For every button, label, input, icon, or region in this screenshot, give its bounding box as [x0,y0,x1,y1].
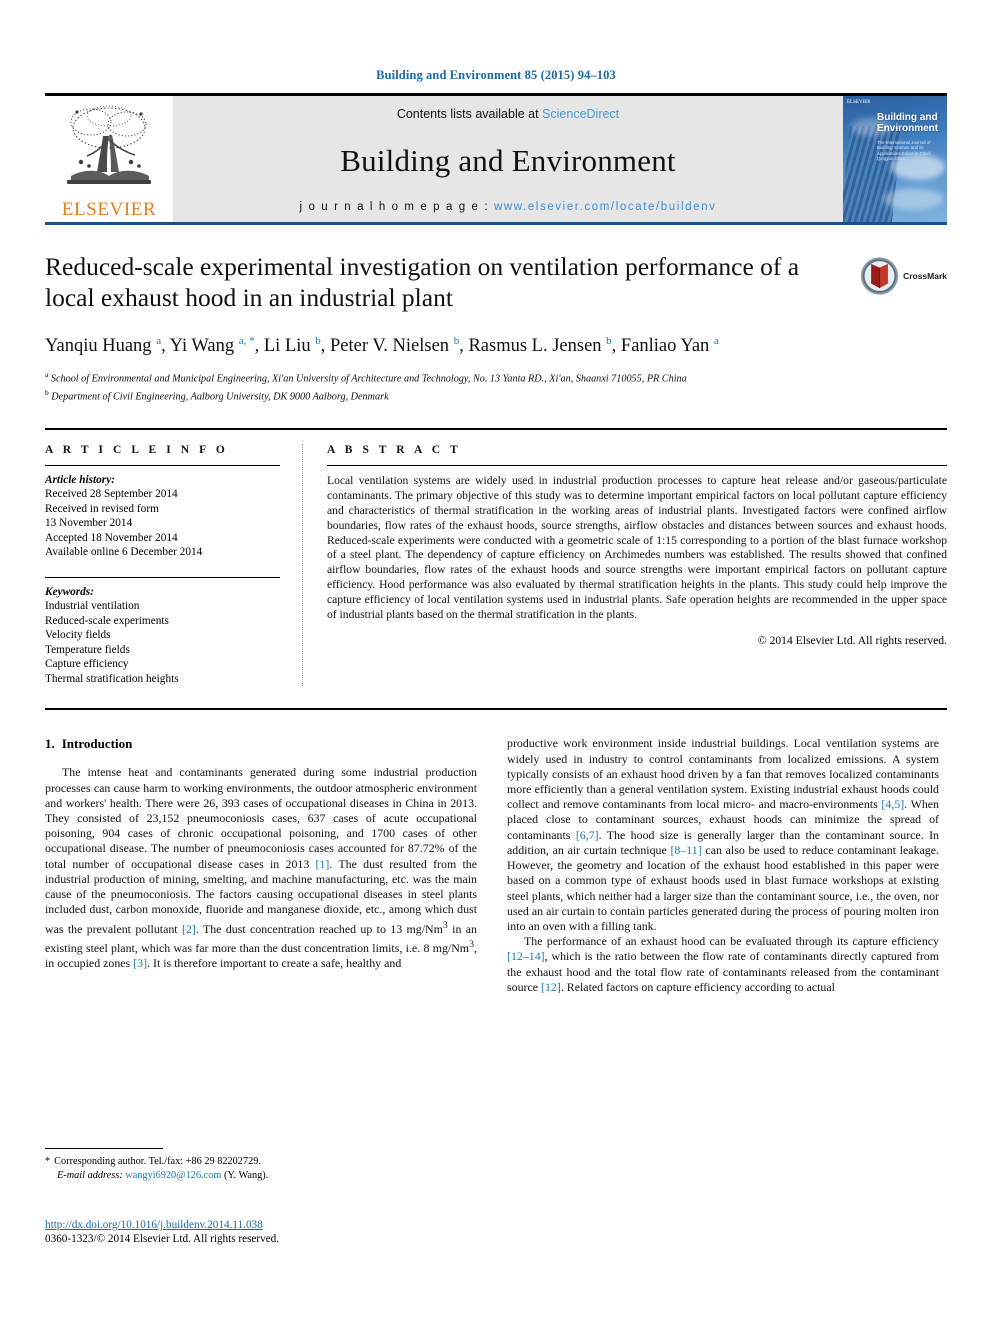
journal-homepage-link[interactable]: www.elsevier.com/locate/buildenv [494,201,717,213]
keyword-item: Capture efficiency [45,658,129,671]
article-info-column: A R T I C L E I N F O Article history: R… [45,443,303,687]
homepage-prefix: j o u r n a l h o m e p a g e : [299,201,494,213]
article-info-rule [45,464,280,466]
email-suffix: (Y. Wang). [223,1169,269,1181]
corresponding-author-note: * Corresponding author. Tel./fax: +86 29 … [45,1155,477,1182]
masthead-bottom-rule [45,222,947,225]
abstract-copyright: © 2014 Elsevier Ltd. All rights reserved… [757,634,947,647]
affiliations: a School of Environmental and Municipal … [45,368,947,404]
email-link[interactable]: wangyi6920@126.com [125,1170,221,1181]
article-history-list: Received 28 September 2014 Received in r… [45,487,280,560]
abstract-rule [327,464,947,466]
history-item: Received 28 September 2014 [45,487,178,500]
keywords-block: Keywords: Industrial ventilation Reduced… [45,576,280,687]
cover-subtitle: The International Journal of Building Sc… [877,140,932,162]
footnote-marker: * [45,1156,51,1167]
footnote-block: * Corresponding author. Tel./fax: +86 29 … [45,1148,477,1182]
affiliation-a: a School of Environmental and Municipal … [45,370,687,385]
history-item: Accepted 18 November 2014 [45,531,178,544]
contents-prefix: Contents lists available at [396,107,543,121]
corresponding-author-text: Corresponding author. Tel./fax: +86 29 8… [54,1156,261,1167]
keywords-rule [45,576,280,578]
elsevier-tree-icon [67,105,151,184]
journal-masthead: ELSEVIER Contents lists available at Sci… [45,93,947,222]
cover-cloud-3 [883,188,943,210]
doi-block: http://dx.doi.org/10.1016/j.buildenv.201… [45,1219,545,1245]
journal-homepage-line: j o u r n a l h o m e p a g e : www.else… [300,201,717,213]
crossmark-label: CrossMark [903,271,947,281]
affiliation-a-text: School of Environmental and Municipal En… [50,373,687,385]
issn-copyright-line: 0360-1323/© 2014 Elsevier Ltd. All right… [45,1233,280,1245]
cover-title: Building and Environment [877,112,939,134]
info-abstract-section: A R T I C L E I N F O Article history: R… [45,427,947,687]
body-columns: 1. Introduction The intense heat and cont… [45,736,947,994]
email-label: E-mail address: [57,1169,123,1181]
journal-title: Building and Environment [340,143,676,178]
keyword-item: Velocity fields [45,629,111,642]
keyword-item: Reduced-scale experiments [45,614,169,627]
doi-link[interactable]: http://dx.doi.org/10.1016/j.buildenv.201… [45,1219,545,1231]
title-block: Reduced-scale experimental investigation… [45,251,947,404]
section-number: 1. [45,736,55,752]
crossmark-badge[interactable]: CrossMark [859,253,947,299]
article-history-label: Article history: [45,473,115,486]
body-top-rule [45,708,947,711]
paragraph: The performance of an exhaust hood can b… [507,934,939,994]
affiliation-b: b Department of Civil Engineering, Aalbo… [45,388,389,403]
elsevier-logo: ELSEVIER [45,96,173,222]
abstract-text: Local ventilation systems are widely use… [327,473,947,622]
paragraph: productive work environment inside indus… [507,736,939,933]
section-title: Introduction [61,736,133,752]
keyword-item: Thermal stratification heights [45,672,179,685]
body-column-right: productive work environment inside indus… [507,736,939,994]
paragraph: The intense heat and contaminants genera… [45,765,478,970]
article-page: Building and Environment 85 (2015) 94–10… [0,0,992,1323]
masthead-banner: Contents lists available at ScienceDirec… [173,96,843,222]
sciencedirect-link[interactable]: ScienceDirect [542,107,619,121]
keyword-item: Temperature fields [45,643,130,656]
contents-available-line: Contents lists available at ScienceDirec… [397,107,619,121]
abstract-column: A B S T R A C T Local ventilation system… [303,444,947,687]
affiliation-b-text: Department of Civil Engineering, Aalborg… [51,391,389,403]
history-item: 13 November 2014 [45,517,133,530]
footnote-rule [45,1148,163,1149]
history-item: Available online 6 December 2014 [45,546,203,559]
crossmark-icon [860,257,899,295]
body-column-left: 1. Introduction The intense heat and cont… [45,736,477,994]
keywords-label: Keywords: [45,585,94,598]
page-title: Reduced-scale experimental investigation… [45,252,800,312]
article-info-heading: A R T I C L E I N F O [45,443,229,456]
running-head: Building and Environment 85 (2015) 94–10… [376,68,616,82]
journal-cover-thumbnail: ELSEVIER Building and Environment The In… [843,96,947,222]
keyword-item: Industrial ventilation [45,599,140,612]
abstract-heading: A B S T R A C T [327,443,462,456]
author-list: Yanqiu Huang a, Yi Wang a, *, Li Liu b, … [45,335,719,357]
section-heading-introduction: 1. Introduction [45,736,477,752]
history-item: Received in revised form [45,502,159,515]
email-line: E-mail address: wangyi6920@126.com (Y. W… [45,1169,477,1183]
cover-elsevier-mark: ELSEVIER [847,100,871,105]
elsevier-wordmark: ELSEVIER [61,199,157,220]
